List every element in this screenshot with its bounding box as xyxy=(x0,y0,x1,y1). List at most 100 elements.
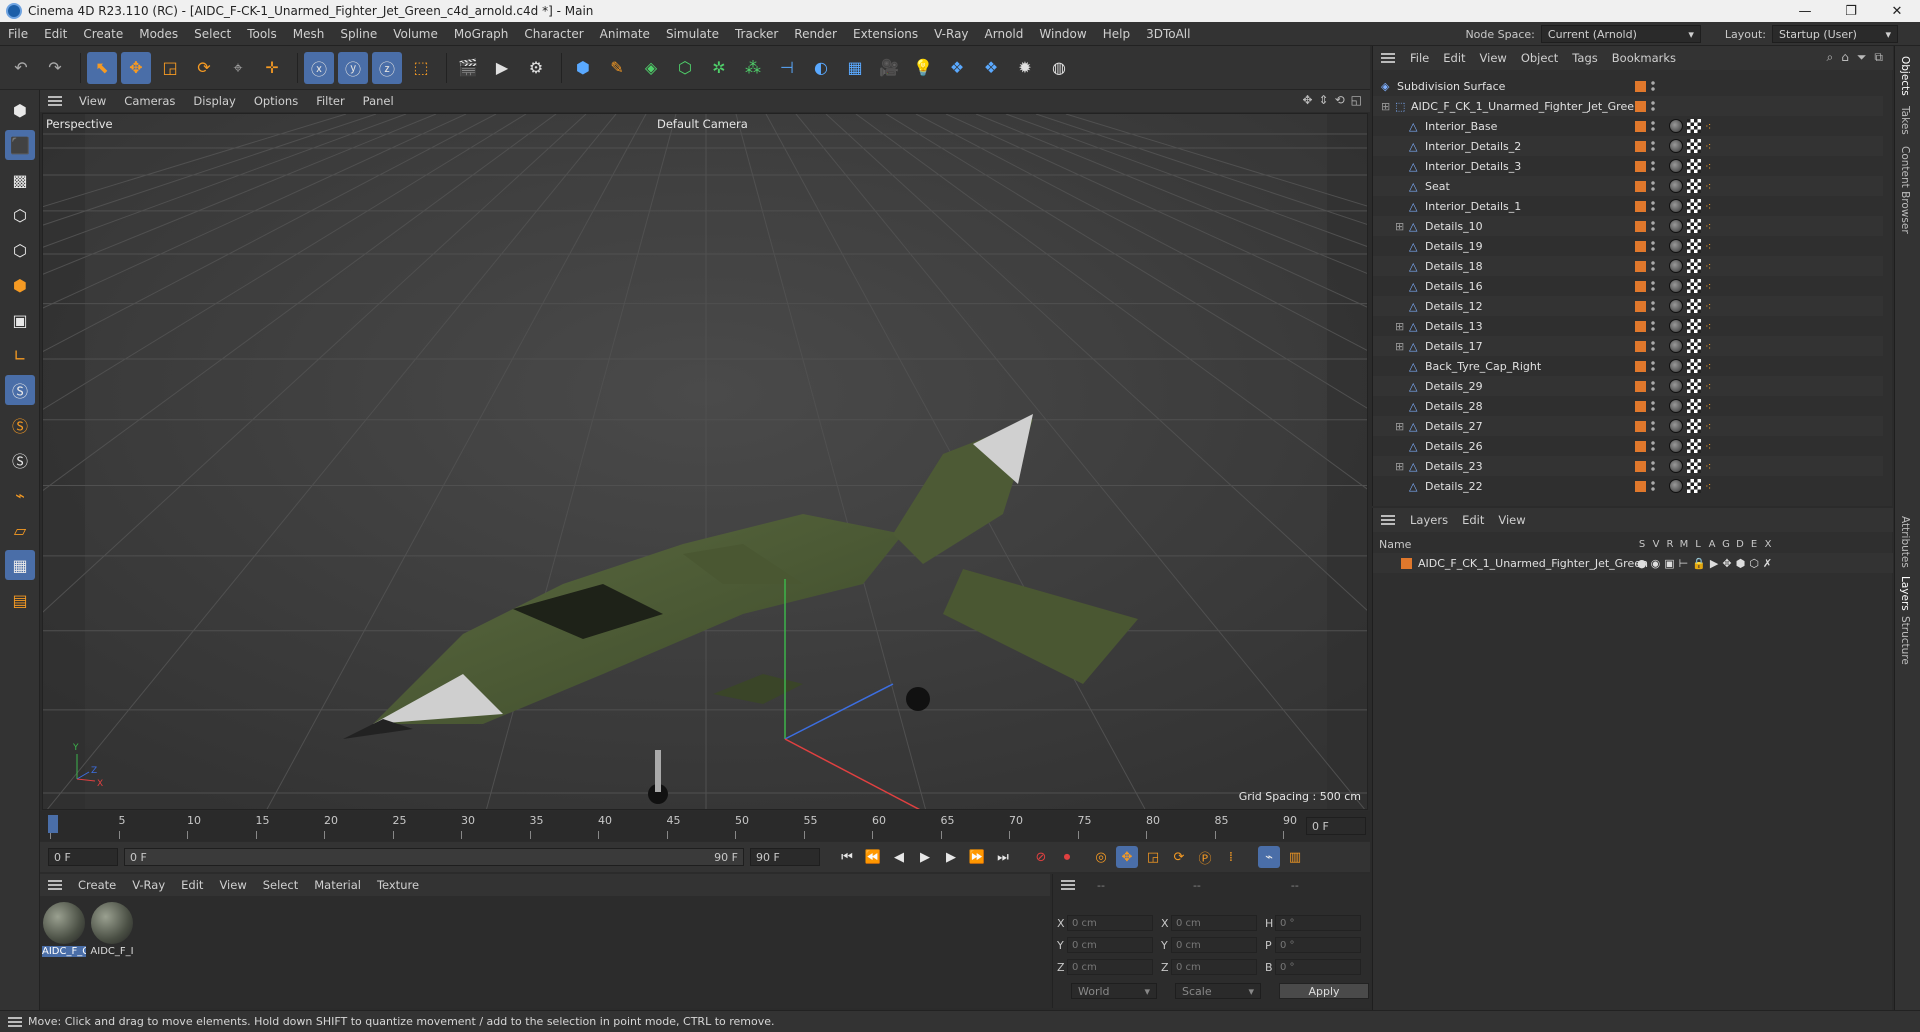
object-row[interactable]: ⊞ △ Details_27 ⁖ xyxy=(1373,416,1883,436)
menu-spline[interactable]: Spline xyxy=(332,27,385,41)
minimize-button[interactable]: — xyxy=(1782,0,1828,22)
visibility-dots-icon[interactable] xyxy=(1651,280,1655,292)
autokey-icon[interactable]: ⏺ xyxy=(1056,846,1078,868)
menu-modes[interactable]: Modes xyxy=(131,27,186,41)
uvw-tag-icon[interactable] xyxy=(1687,199,1701,213)
animation-icon[interactable]: ▶ xyxy=(1710,557,1718,570)
python-generator-icon[interactable]: ❖ xyxy=(976,52,1006,84)
timeline-ruler[interactable]: 051015202530354045505560657075808590 0 F xyxy=(40,811,1370,841)
selection-tag-icon[interactable]: ⁖ xyxy=(1705,460,1711,473)
object-row[interactable]: △ Details_16 ⁖ xyxy=(1373,276,1883,296)
object-row[interactable]: △ Interior_Details_3 ⁖ xyxy=(1373,156,1883,176)
pan-view-icon[interactable]: ✥ xyxy=(1302,93,1312,107)
object-menu-bookmarks[interactable]: Bookmarks xyxy=(1605,51,1683,65)
coordinate-space-select[interactable]: World ▾ xyxy=(1071,983,1157,999)
selection-tag-icon[interactable]: ⁖ xyxy=(1705,120,1711,133)
selection-tag-icon[interactable]: ⁖ xyxy=(1705,300,1711,313)
layer-name[interactable]: AIDC_F_CK_1_Unarmed_Fighter_Jet_Green xyxy=(1418,557,1648,570)
previous-key-icon[interactable]: ⏪ xyxy=(862,846,884,868)
menu-arnold[interactable]: Arnold xyxy=(977,27,1032,41)
selection-tag-icon[interactable]: ⁖ xyxy=(1705,140,1711,153)
hamburger-icon[interactable] xyxy=(1381,53,1395,63)
python-script-icon[interactable]: ❖ xyxy=(942,52,972,84)
toggle-view-icon[interactable]: ◱ xyxy=(1351,93,1362,107)
locked-workplane-icon[interactable]: ▤ xyxy=(5,585,35,615)
current-frame-field[interactable]: 0 F xyxy=(1306,817,1366,835)
uvw-tag-icon[interactable] xyxy=(1687,239,1701,253)
tab-layers[interactable]: Layers xyxy=(1899,576,1911,611)
expand-icon[interactable]: ⊞ xyxy=(1381,100,1390,113)
layout-select[interactable]: Startup (User) ▾ xyxy=(1772,25,1898,43)
rot-p-field[interactable]: 0 ° xyxy=(1275,937,1361,953)
material-menu-material[interactable]: Material xyxy=(306,878,369,892)
selection-tag-icon[interactable]: ⁖ xyxy=(1705,180,1711,193)
menu-select[interactable]: Select xyxy=(186,27,239,41)
layer-color-swatch[interactable] xyxy=(1635,240,1646,252)
workplane-icon[interactable]: ▱ xyxy=(5,515,35,545)
object-name[interactable]: Interior_Details_2 xyxy=(1425,140,1521,153)
viewport-menu-cameras[interactable]: Cameras xyxy=(115,94,184,108)
layer-menu-view[interactable]: View xyxy=(1491,513,1532,527)
object-row[interactable]: △ Interior_Details_1 ⁖ xyxy=(1373,196,1883,216)
recent-tools-icon[interactable]: ⌖ xyxy=(223,52,253,84)
axis-mode-icon[interactable]: ∟ xyxy=(5,340,35,370)
uvw-tag-icon[interactable] xyxy=(1687,219,1701,233)
tab-takes[interactable]: Takes xyxy=(1899,106,1911,135)
render-settings-icon[interactable]: ⚙ xyxy=(521,52,551,84)
object-name[interactable]: Details_28 xyxy=(1425,400,1483,413)
selection-tag-icon[interactable]: ⁖ xyxy=(1705,280,1711,293)
rotate-tool-icon[interactable]: ⟳ xyxy=(189,52,219,84)
object-name[interactable]: Details_10 xyxy=(1425,220,1483,233)
dolly-view-icon[interactable]: ⇕ xyxy=(1319,93,1329,107)
layer-color-swatch[interactable] xyxy=(1635,380,1646,392)
material-menu-view[interactable]: View xyxy=(211,878,254,892)
material-menu-select[interactable]: Select xyxy=(255,878,306,892)
menu-3dtoall[interactable]: 3DToAll xyxy=(1138,27,1198,41)
visibility-dots-icon[interactable] xyxy=(1651,400,1655,412)
material-menu-texture[interactable]: Texture xyxy=(369,878,427,892)
uvw-tag-icon[interactable] xyxy=(1687,259,1701,273)
model-mode-icon[interactable]: ⬛ xyxy=(5,130,35,160)
layer-color-swatch[interactable] xyxy=(1635,180,1646,192)
object-row[interactable]: △ Details_28 ⁖ xyxy=(1373,396,1883,416)
material-tag-icon[interactable] xyxy=(1669,299,1683,313)
object-name[interactable]: Subdivision Surface xyxy=(1397,80,1505,93)
menu-volume[interactable]: Volume xyxy=(385,27,446,41)
material-menu-create[interactable]: Create xyxy=(70,878,124,892)
menu-tools[interactable]: Tools xyxy=(239,27,285,41)
visibility-dots-icon[interactable] xyxy=(1651,200,1655,212)
cube-primitive-icon[interactable]: ⬢ xyxy=(568,52,598,84)
object-row[interactable]: ⊞ △ Details_10 ⁖ xyxy=(1373,216,1883,236)
layer-color-swatch[interactable] xyxy=(1635,460,1646,472)
object-row[interactable]: ⊞ △ Details_13 ⁖ xyxy=(1373,316,1883,336)
timeline-window-icon[interactable]: ▥ xyxy=(1284,846,1306,868)
material-tag-icon[interactable] xyxy=(1669,419,1683,433)
pos-y-field[interactable]: 0 cm xyxy=(1067,937,1153,953)
material-tag-icon[interactable] xyxy=(1669,379,1683,393)
hamburger-icon[interactable] xyxy=(1061,880,1075,890)
maximize-button[interactable]: ❐ xyxy=(1828,0,1874,22)
new-window-icon[interactable]: ⧉ xyxy=(1874,50,1883,65)
expand-icon[interactable]: ⊞ xyxy=(1395,460,1404,473)
expand-icon[interactable]: ⊞ xyxy=(1395,340,1404,353)
object-row[interactable]: △ Seat ⁖ xyxy=(1373,176,1883,196)
gear-plugin-icon[interactable]: ✹ xyxy=(1010,52,1040,84)
selection-tag-icon[interactable]: ⁖ xyxy=(1705,200,1711,213)
uvw-tag-icon[interactable] xyxy=(1687,139,1701,153)
visibility-dots-icon[interactable] xyxy=(1651,140,1655,152)
layer-color-swatch[interactable] xyxy=(1635,400,1646,412)
visibility-dots-icon[interactable] xyxy=(1651,380,1655,392)
material-tag-icon[interactable] xyxy=(1669,479,1683,493)
go-to-end-icon[interactable]: ⏭ xyxy=(992,846,1014,868)
object-menu-view[interactable]: View xyxy=(1473,51,1514,65)
menu-v-ray[interactable]: V-Ray xyxy=(926,27,976,41)
scale-tool-icon[interactable]: ◲ xyxy=(155,52,185,84)
uvw-tag-icon[interactable] xyxy=(1687,279,1701,293)
solo-hierarchy-icon[interactable]: Ⓢ xyxy=(5,410,35,440)
expand-icon[interactable]: ⊞ xyxy=(1395,420,1404,433)
uvw-tag-icon[interactable] xyxy=(1687,419,1701,433)
object-menu-file[interactable]: File xyxy=(1403,51,1436,65)
menu-mograph[interactable]: MoGraph xyxy=(446,27,517,41)
next-key-icon[interactable]: ⏩ xyxy=(966,846,988,868)
previous-frame-icon[interactable]: ◀ xyxy=(888,846,910,868)
